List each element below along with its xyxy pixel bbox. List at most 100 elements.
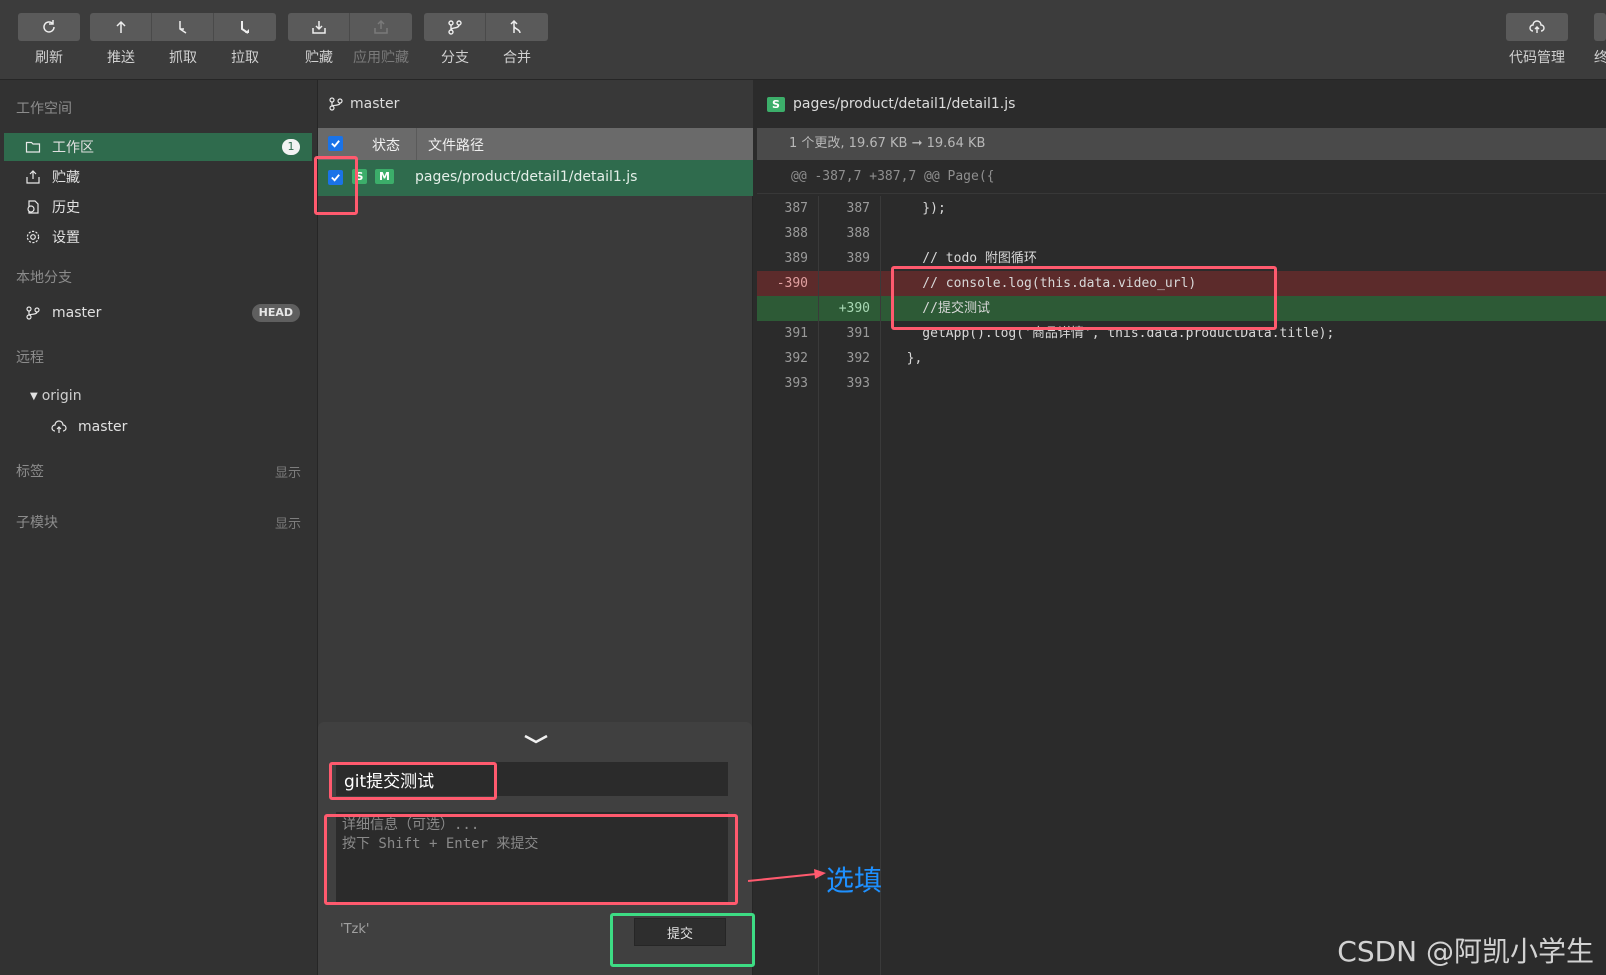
toolbar-group-branch <box>424 13 548 41</box>
push-icon <box>115 20 126 33</box>
diff-gutter-filler <box>757 396 1606 975</box>
highlight-diff-change <box>891 266 1277 330</box>
branch-button[interactable] <box>424 13 486 41</box>
stash-icon <box>24 168 42 186</box>
local-branch-section-title: 本地分支 <box>16 270 72 286</box>
head-badge: HEAD <box>251 304 300 322</box>
sidebar: 工作空间 工作区 1 贮藏 历史 设置 本地分支 master HEAD 远程 … <box>0 80 318 975</box>
refresh-button[interactable] <box>18 13 80 41</box>
sidebar-item-settings[interactable]: 设置 <box>4 223 312 251</box>
folder-icon <box>24 138 42 156</box>
pull-button[interactable] <box>214 13 276 41</box>
highlight-commit-button <box>610 913 755 967</box>
terminal-label: 终 <box>1594 50 1606 66</box>
file-path: pages/product/detail1/detail1.js <box>415 169 638 185</box>
apply-stash-label: 应用贮藏 <box>353 50 409 66</box>
refresh-label: 刷新 <box>35 50 63 66</box>
select-all-checkbox[interactable] <box>328 136 343 151</box>
diff-stat-bar: 1 个更改, 19.67 KB ➞ 19.64 KB <box>757 128 1606 160</box>
old-line-number: 391 <box>757 321 819 346</box>
new-line-number: 389 <box>819 246 881 271</box>
new-line-number: 387 <box>819 196 881 221</box>
merge-button[interactable] <box>486 13 548 41</box>
remote-branch-master[interactable]: master <box>4 413 312 441</box>
fetch-label: 抓取 <box>169 50 197 66</box>
old-line-number: 388 <box>757 221 819 246</box>
remote-name: origin <box>41 388 82 404</box>
stash-button[interactable] <box>288 13 350 41</box>
old-line-number: 389 <box>757 246 819 271</box>
toolbar-group-refresh <box>18 13 80 41</box>
new-line-number: 391 <box>819 321 881 346</box>
code-management-label: 代码管理 <box>1509 50 1565 66</box>
pull-icon <box>241 21 249 34</box>
remote-section-title: 远程 <box>16 350 44 366</box>
remote-branch-label: master <box>78 419 128 435</box>
file-list-header: 状态 文件路径 <box>318 128 753 160</box>
history-icon <box>24 198 42 216</box>
branch-icon <box>329 97 343 111</box>
diff-panel: S pages/product/detail1/detail1.js 1 个更改… <box>753 80 1606 975</box>
old-line-number: 387 <box>757 196 819 221</box>
stash-icon <box>311 21 326 34</box>
push-button[interactable] <box>90 13 152 41</box>
diff-line: 387 387 }); <box>757 196 1606 221</box>
new-line-number: 392 <box>819 346 881 371</box>
staged-tag: S <box>767 96 785 112</box>
modified-tag: M <box>375 169 394 184</box>
stash-label: 贮藏 <box>305 50 333 66</box>
optional-note-label: 选填 <box>826 864 883 897</box>
old-line-number: -390 <box>757 271 819 296</box>
refresh-icon <box>43 20 55 33</box>
check-icon <box>331 140 340 148</box>
code-management-button[interactable] <box>1506 13 1568 41</box>
sidebar-item-history[interactable]: 历史 <box>4 193 312 221</box>
old-line-number: 392 <box>757 346 819 371</box>
tags-section-title: 标签 <box>16 464 44 480</box>
new-line-number: +390 <box>819 296 881 321</box>
new-line-number: 388 <box>819 221 881 246</box>
diff-line: 392 392 }, <box>757 346 1606 371</box>
toolbar-group-terminal[interactable] <box>1594 13 1606 41</box>
branch-label: 分支 <box>441 50 469 66</box>
remote-origin[interactable]: ▼ origin <box>4 382 312 410</box>
old-line-number: 393 <box>757 371 819 396</box>
push-label: 推送 <box>107 50 135 66</box>
new-line-number: 393 <box>819 371 881 396</box>
fetch-icon <box>178 21 186 34</box>
old-line-number <box>757 296 819 321</box>
sidebar-item-label: 设置 <box>52 230 80 246</box>
local-branch-master[interactable]: master HEAD <box>4 299 312 327</box>
fetch-button[interactable] <box>152 13 214 41</box>
current-branch-name: master <box>350 96 400 112</box>
watermark: CSDN @阿凯小学生 <box>1337 935 1594 968</box>
merge-label: 合并 <box>503 50 531 66</box>
highlight-checkbox <box>314 156 358 215</box>
new-line-number <box>819 271 881 296</box>
apply-stash-icon <box>374 19 388 34</box>
sidebar-item-label: 工作区 <box>52 140 94 156</box>
change-count-badge: 1 <box>282 139 300 155</box>
cloud-sync-icon <box>50 418 68 436</box>
sidebar-item-stash[interactable]: 贮藏 <box>4 163 312 191</box>
toolbar-group-code-management <box>1506 13 1568 41</box>
code-text: }); <box>891 201 946 216</box>
file-row[interactable]: S M pages/product/detail1/detail1.js <box>318 160 753 196</box>
pull-label: 拉取 <box>231 50 259 66</box>
commit-author: 'Tzk' <box>340 922 370 937</box>
sidebar-item-workspace[interactable]: 工作区 1 <box>4 133 312 161</box>
column-divider <box>416 128 417 160</box>
chevron-down-icon[interactable] <box>522 732 550 746</box>
tags-show-link[interactable]: 显示 <box>275 462 301 481</box>
submodule-section-title: 子模块 <box>16 515 58 531</box>
path-column-header[interactable]: 文件路径 <box>428 135 484 155</box>
apply-stash-button[interactable] <box>350 13 412 41</box>
toolbar-group-stash <box>288 13 412 41</box>
branch-icon <box>447 20 462 35</box>
code-text: }, <box>891 351 923 366</box>
submodule-show-link[interactable]: 显示 <box>275 513 301 532</box>
branch-label: master <box>52 305 102 321</box>
status-column-header[interactable]: 状态 <box>372 135 400 155</box>
